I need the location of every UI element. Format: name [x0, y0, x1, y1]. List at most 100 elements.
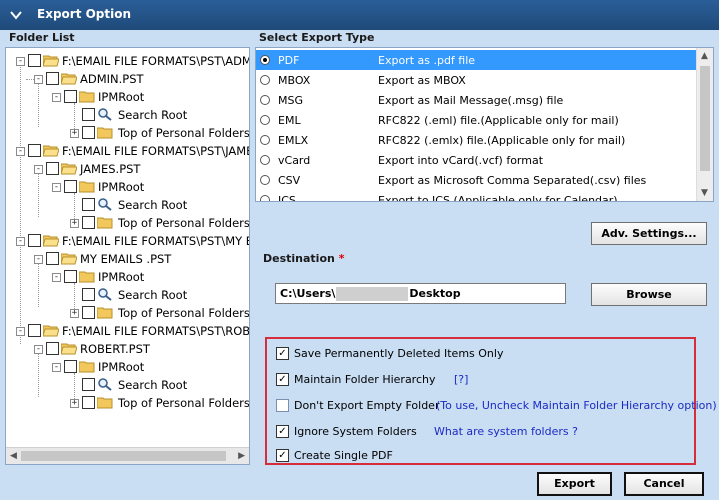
export-type-msg[interactable]: MSG Export as Mail Message(.msg) file — [256, 90, 696, 110]
expand-icon[interactable]: + — [70, 309, 79, 318]
collapse-icon[interactable]: - — [52, 93, 61, 102]
radio-button[interactable] — [260, 95, 270, 105]
scrollbar-thumb[interactable] — [21, 451, 226, 461]
tree-node-pst-path[interactable]: - F:\EMAIL FILE FORMATS\PST\MY E — [6, 232, 249, 250]
tree-checkbox[interactable] — [82, 288, 95, 301]
tree-checkbox[interactable] — [28, 324, 41, 337]
tree-checkbox[interactable] — [28, 234, 41, 247]
tree-checkbox[interactable] — [64, 90, 77, 103]
tree-checkbox[interactable] — [64, 180, 77, 193]
checkbox-checked[interactable]: ✓ — [276, 449, 289, 462]
scroll-down-icon[interactable]: ▼ — [701, 188, 708, 198]
tree-checkbox[interactable] — [46, 72, 59, 85]
tree-node-ipmroot[interactable]: - IPMRoot — [6, 268, 249, 286]
radio-button[interactable] — [260, 175, 270, 185]
tree-node-search-root[interactable]: Search Root — [6, 376, 249, 394]
radio-button[interactable] — [260, 155, 270, 165]
collapse-icon[interactable]: - — [16, 147, 25, 156]
tree-label: IPMRoot — [98, 360, 145, 374]
expand-icon[interactable]: + — [70, 399, 79, 408]
scroll-right-icon[interactable]: ▶ — [238, 451, 245, 461]
tree-checkbox[interactable] — [64, 360, 77, 373]
tree-label: F:\EMAIL FILE FORMATS\PST\ADM — [62, 54, 250, 68]
destination-path-input[interactable]: C:\Users\ Desktop — [275, 283, 566, 304]
app-icon — [10, 11, 22, 20]
checkbox-checked[interactable]: ✓ — [276, 373, 289, 386]
tree-horizontal-scrollbar[interactable]: ◀ ▶ — [6, 447, 249, 464]
tree-label: Top of Personal Folders — [118, 396, 250, 410]
browse-button[interactable]: Browse — [591, 283, 707, 306]
tree-checkbox[interactable] — [82, 108, 95, 121]
tree-node-search-root[interactable]: Search Root — [6, 196, 249, 214]
tree-checkbox[interactable] — [46, 252, 59, 265]
tree-checkbox[interactable] — [82, 126, 95, 139]
export-type-pdf[interactable]: PDF Export as .pdf file — [256, 50, 696, 70]
radio-button[interactable] — [260, 135, 270, 145]
required-mark: * — [338, 252, 345, 265]
tree-checkbox[interactable] — [46, 342, 59, 355]
help-link[interactable]: [?] — [454, 373, 468, 386]
tree-checkbox[interactable] — [28, 54, 41, 67]
tree-checkbox[interactable] — [82, 306, 95, 319]
export-type-csv[interactable]: CSV Export as Microsoft Comma Separated(… — [256, 170, 696, 190]
tree-node-ipmroot[interactable]: - IPMRoot — [6, 88, 249, 106]
tree-checkbox[interactable] — [82, 216, 95, 229]
tree-node-top-folders[interactable]: + Top of Personal Folders — [6, 214, 249, 232]
export-type-ics[interactable]: ICS Export to ICS (Applicable only for C… — [256, 190, 696, 201]
tree-node-pst[interactable]: - MY EMAILS .PST — [6, 250, 249, 268]
tree-checkbox[interactable] — [82, 198, 95, 211]
export-type-eml[interactable]: EML RFC822 (.eml) file.(Applicable only … — [256, 110, 696, 130]
scrollbar-thumb[interactable] — [700, 66, 710, 171]
collapse-icon[interactable]: - — [16, 57, 25, 66]
export-type-mbox[interactable]: MBOX Export as MBOX — [256, 70, 696, 90]
tree-node-pst[interactable]: - JAMES.PST — [6, 160, 249, 178]
tree-node-pst-path[interactable]: - F:\EMAIL FILE FORMATS\PST\ADM — [6, 52, 250, 70]
checkbox-checked[interactable]: ✓ — [276, 347, 289, 360]
scroll-up-icon[interactable]: ▲ — [701, 51, 708, 61]
system-folders-help-link[interactable]: What are system folders ? — [434, 425, 578, 438]
expand-icon[interactable]: + — [70, 129, 79, 138]
collapse-icon[interactable]: - — [52, 183, 61, 192]
tree-node-pst[interactable]: - ADMIN.PST — [6, 70, 249, 88]
expand-icon[interactable]: + — [70, 219, 79, 228]
checkbox-checked[interactable]: ✓ — [276, 425, 289, 438]
collapse-icon[interactable]: - — [34, 75, 43, 84]
scroll-left-icon[interactable]: ◀ — [10, 451, 17, 461]
collapse-icon[interactable]: - — [52, 363, 61, 372]
collapse-icon[interactable]: - — [34, 255, 43, 264]
collapse-icon[interactable]: - — [52, 273, 61, 282]
tree-node-pst[interactable]: - ROBERT.PST — [6, 340, 249, 358]
export-type-vcard[interactable]: vCard Export into vCard(.vcf) format — [256, 150, 696, 170]
tree-node-pst-path[interactable]: - F:\EMAIL FILE FORMATS\PST\JAME — [6, 142, 249, 160]
tree-checkbox[interactable] — [64, 270, 77, 283]
export-type-list[interactable]: PDF Export as .pdf file MBOX Export as M… — [255, 47, 714, 202]
export-type-emlx[interactable]: EMLX RFC822 (.emlx) file.(Applicable onl… — [256, 130, 696, 150]
tree-node-search-root[interactable]: Search Root — [6, 106, 249, 124]
collapse-icon[interactable]: - — [16, 327, 25, 336]
radio-button[interactable] — [260, 195, 270, 201]
open-folder-icon — [61, 163, 77, 175]
type-list-vertical-scrollbar[interactable]: ▲ ▼ — [696, 48, 713, 201]
tree-node-ipmroot[interactable]: - IPMRoot — [6, 178, 249, 196]
tree-node-top-folders[interactable]: + Top of Personal Folders — [6, 124, 249, 142]
radio-button[interactable] — [260, 75, 270, 85]
tree-node-top-folders[interactable]: + Top of Personal Folders — [6, 304, 249, 322]
collapse-icon[interactable]: - — [34, 165, 43, 174]
tree-node-search-root[interactable]: Search Root — [6, 286, 249, 304]
cancel-button[interactable]: Cancel — [624, 472, 704, 496]
tree-checkbox[interactable] — [28, 144, 41, 157]
export-button[interactable]: Export — [537, 472, 612, 496]
tree-node-ipmroot[interactable]: - IPMRoot — [6, 358, 249, 376]
tree-checkbox[interactable] — [82, 396, 95, 409]
tree-node-top-folders[interactable]: + Top of Personal Folders — [6, 394, 250, 412]
checkbox-unchecked[interactable] — [276, 399, 289, 412]
tree-node-pst-path[interactable]: - F:\EMAIL FILE FORMATS\PST\ROBE — [6, 322, 249, 340]
tree-checkbox[interactable] — [82, 378, 95, 391]
adv-settings-button[interactable]: Adv. Settings... — [591, 222, 707, 245]
collapse-icon[interactable]: - — [16, 237, 25, 246]
folder-tree[interactable]: - F:\EMAIL FILE FORMATS\PST\ADM - ADMIN.… — [5, 47, 250, 465]
radio-button[interactable] — [260, 55, 270, 65]
collapse-icon[interactable]: - — [34, 345, 43, 354]
radio-button[interactable] — [260, 115, 270, 125]
tree-checkbox[interactable] — [46, 162, 59, 175]
